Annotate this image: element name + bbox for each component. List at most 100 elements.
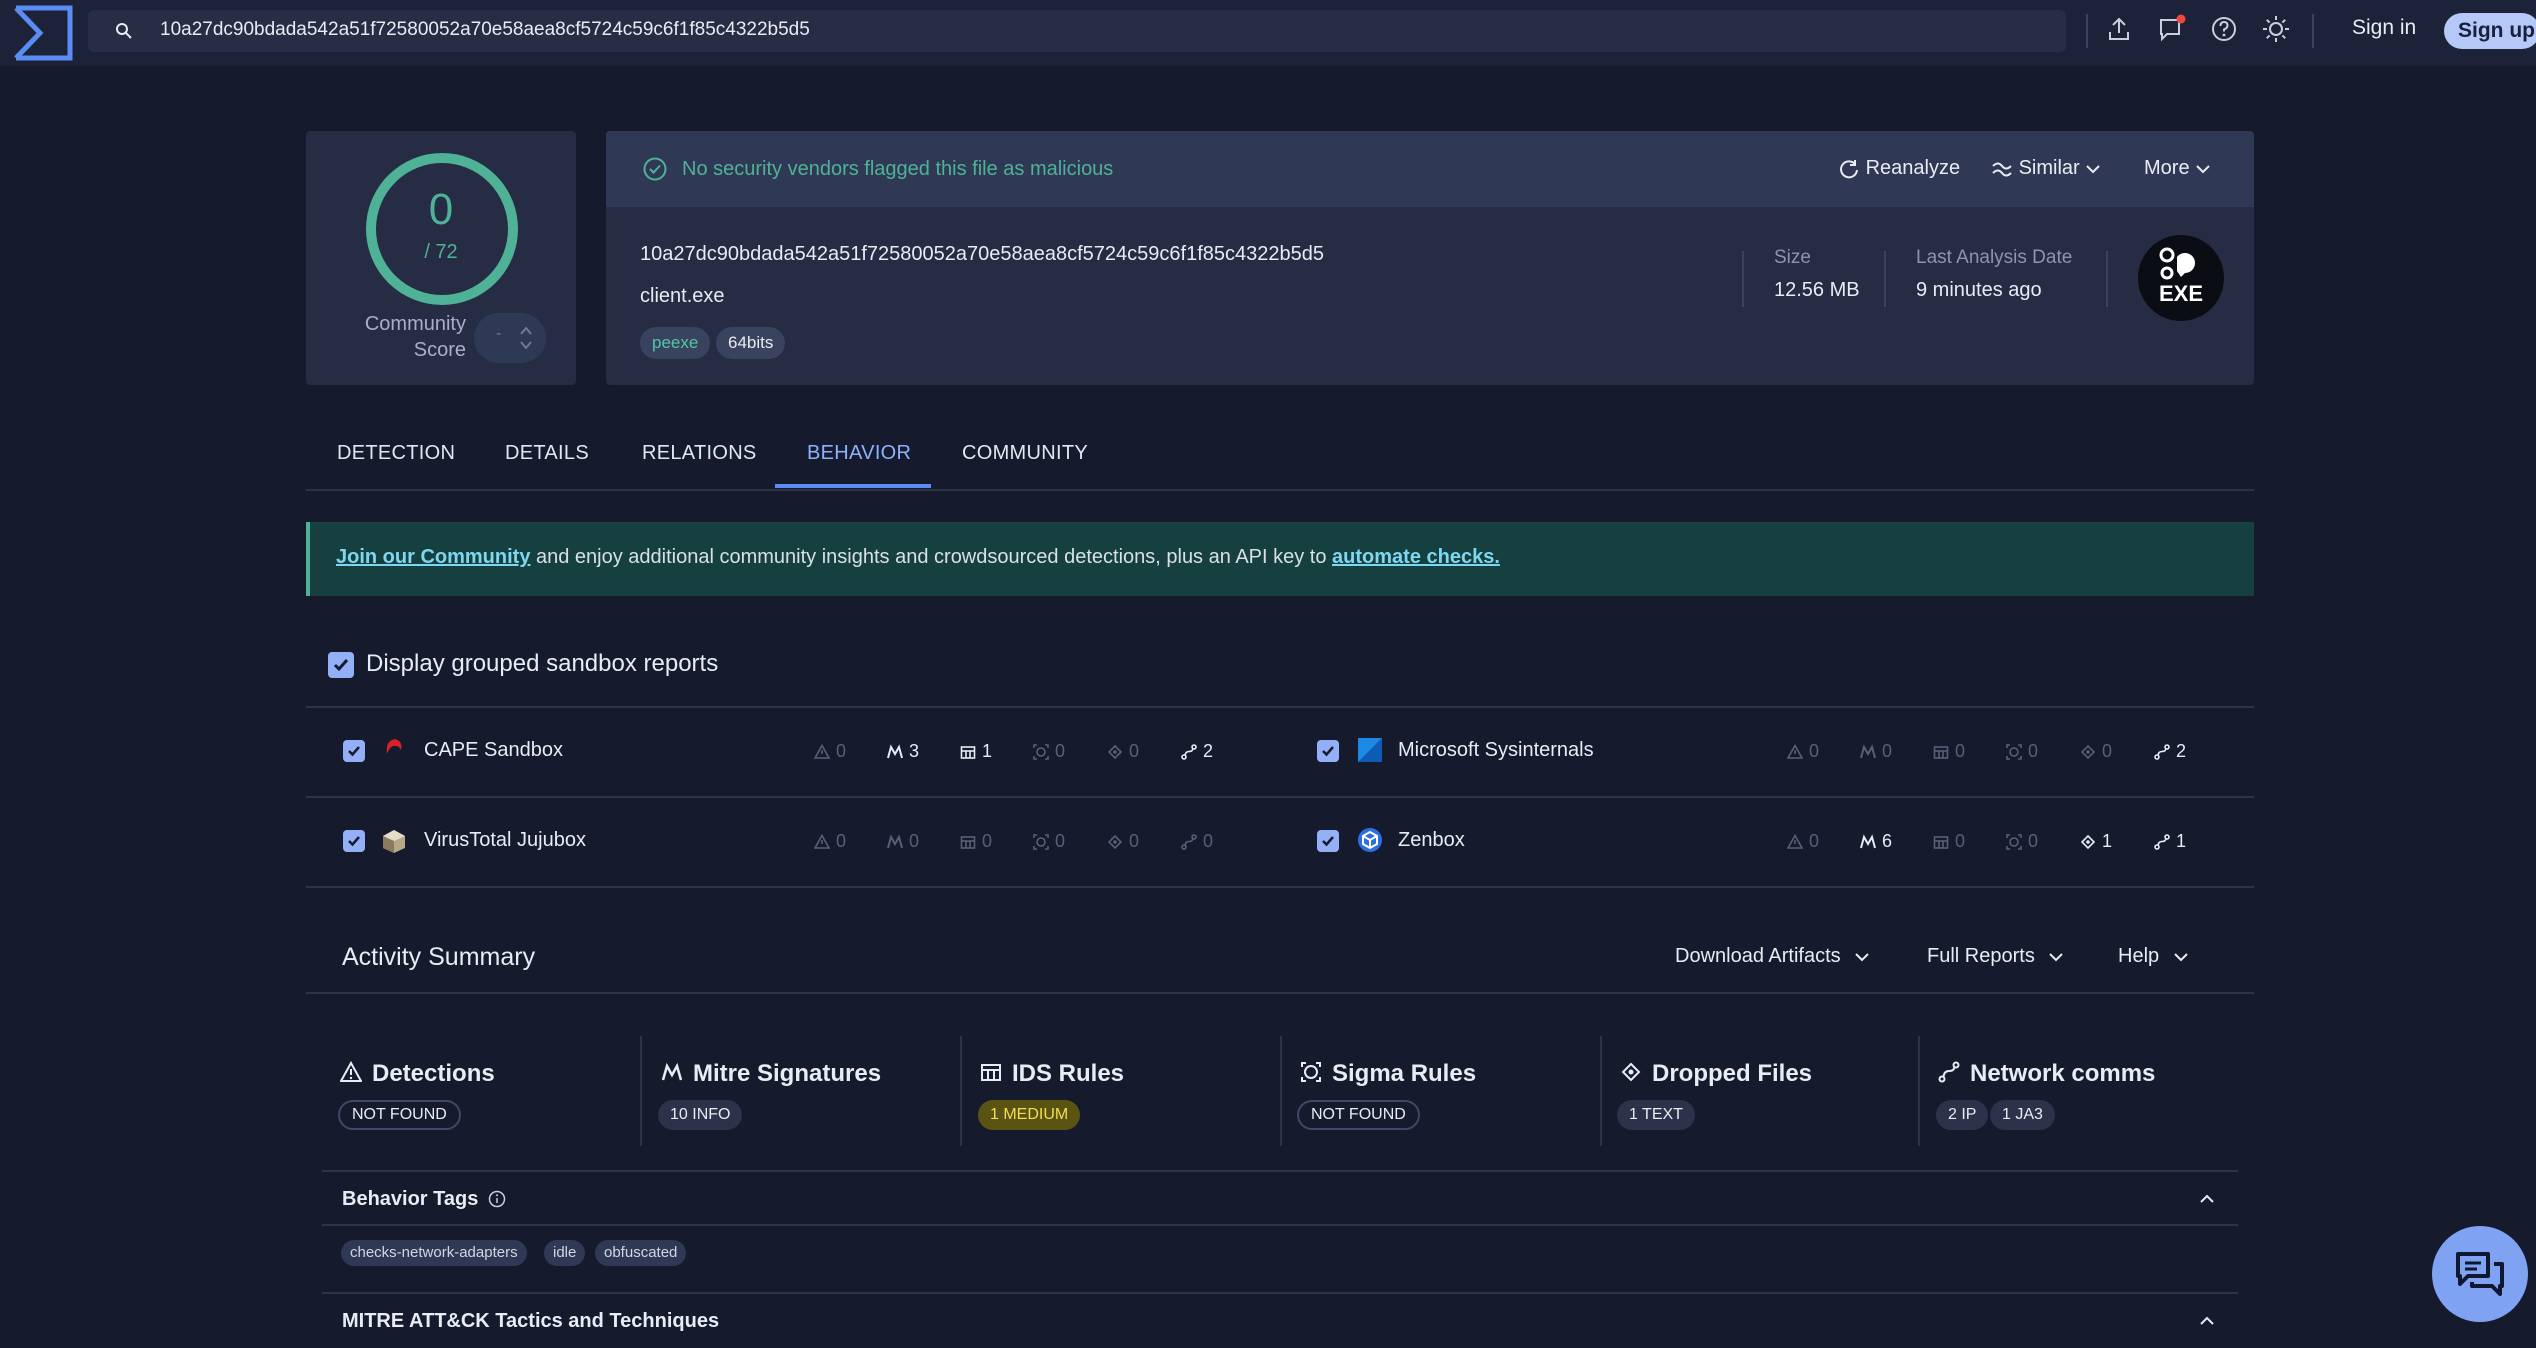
- sandbox-checkbox[interactable]: [1317, 740, 1339, 762]
- join-community-link[interactable]: Join our Community: [336, 546, 530, 568]
- file-tag[interactable]: peexe: [640, 327, 711, 359]
- sandbox-stat[interactable]: 0: [1107, 831, 1139, 852]
- sandbox-stat[interactable]: 6: [1860, 831, 1892, 852]
- last-analysis-label: Last Analysis Date: [1916, 247, 2073, 268]
- virustotal-logo-icon[interactable]: [12, 4, 74, 62]
- mitre-attack-title[interactable]: MITRE ATT&CK Tactics and Techniques: [342, 1310, 719, 1333]
- sandbox-checkbox[interactable]: [343, 740, 365, 762]
- sandbox-stat[interactable]: 0: [813, 741, 847, 762]
- dropped-files-icon: [2080, 744, 2096, 760]
- sysinternals-logo-icon: [1358, 738, 1382, 762]
- sandbox-checkbox[interactable]: [1317, 830, 1339, 852]
- tab-detection[interactable]: DETECTION: [337, 442, 455, 465]
- sandbox-stat[interactable]: 2: [2154, 741, 2186, 762]
- sandbox-stat-count: 3: [909, 741, 920, 761]
- file-tag[interactable]: 64bits: [716, 327, 786, 359]
- sandbox-stat[interactable]: 0: [1860, 741, 1892, 762]
- sandbox-stat[interactable]: 1: [2154, 831, 2186, 852]
- behavior-tag[interactable]: idle: [544, 1240, 586, 1266]
- sandbox-stat[interactable]: 0: [1786, 741, 1819, 762]
- sandbox-stat[interactable]: 0: [2080, 741, 2112, 762]
- sandbox-stat-count: 0: [1955, 741, 1966, 761]
- behavior-tags-title[interactable]: Behavior Tags: [342, 1188, 506, 1211]
- upload-icon[interactable]: [2104, 14, 2134, 44]
- dropped-files-category[interactable]: Dropped Files: [1620, 1060, 1812, 1088]
- sandbox-name[interactable]: Microsoft Sysinternals: [1398, 739, 1594, 762]
- sandbox-stat[interactable]: 0: [1033, 831, 1065, 852]
- mitre-signatures-category[interactable]: Mitre Signatures: [661, 1060, 881, 1088]
- notifications-icon[interactable]: [2157, 14, 2187, 44]
- sandbox-stat[interactable]: 0: [1933, 831, 1965, 852]
- file-name[interactable]: client.exe: [640, 285, 725, 308]
- network-comms-category[interactable]: Network comms: [1938, 1060, 2155, 1088]
- grouped-reports-checkbox[interactable]: [328, 652, 354, 678]
- divider: [306, 886, 2254, 888]
- sandbox-stat[interactable]: 0: [887, 831, 919, 852]
- sandbox-name[interactable]: VirusTotal Jujubox: [424, 829, 586, 852]
- sandbox-stat[interactable]: 0: [1181, 831, 1213, 852]
- tab-behavior[interactable]: BEHAVIOR: [807, 442, 911, 465]
- download-artifacts-dropdown[interactable]: Download Artifacts: [1675, 945, 1870, 968]
- tab-relations[interactable]: RELATIONS: [642, 442, 757, 465]
- help-dropdown[interactable]: Help: [2118, 945, 2189, 968]
- automate-checks-link[interactable]: automate checks.: [1332, 546, 1500, 568]
- reanalyze-button[interactable]: Reanalyze: [1838, 157, 1960, 180]
- sandbox-stat[interactable]: 0: [1107, 741, 1139, 762]
- dropped-files-badge: 1 TEXT: [1617, 1100, 1695, 1130]
- ids-rules-category[interactable]: IDS Rules: [980, 1060, 1124, 1088]
- network-comms-badge: 1 JA3: [1990, 1100, 2055, 1130]
- dropped-files-icon: [1107, 834, 1123, 850]
- chat-button[interactable]: [2432, 1226, 2528, 1322]
- score-detections: 0: [428, 185, 454, 234]
- sandbox-stat[interactable]: 0: [960, 831, 992, 852]
- network-icon: [1938, 1061, 1960, 1083]
- tab-details[interactable]: DETAILS: [505, 442, 589, 465]
- chevron-up-icon[interactable]: [2198, 1312, 2216, 1330]
- sandbox-stat[interactable]: 0: [813, 831, 846, 852]
- file-hash[interactable]: 10a27dc90bdada542a51f72580052a70e58aea8c…: [640, 243, 1324, 266]
- full-reports-dropdown[interactable]: Full Reports: [1927, 945, 2064, 968]
- sandbox-stat[interactable]: 0: [2006, 741, 2038, 762]
- sign-in-link[interactable]: Sign in: [2352, 16, 2416, 40]
- theme-toggle-icon[interactable]: [2261, 14, 2291, 44]
- sandbox-stat[interactable]: 0: [1786, 831, 1819, 852]
- chevron-up-icon[interactable]: [2198, 1190, 2216, 1208]
- sandbox-stat[interactable]: 0: [1033, 741, 1065, 762]
- sandbox-stat-count: 0: [836, 741, 847, 761]
- community-vote-control[interactable]: -: [474, 313, 546, 363]
- sandbox-name[interactable]: Zenbox: [1398, 829, 1465, 852]
- sandbox-stat[interactable]: 2: [1181, 741, 1213, 762]
- similar-dropdown[interactable]: Similar: [1991, 157, 2101, 180]
- search-value[interactable]: 10a27dc90bdada542a51f72580052a70e58aea8c…: [160, 19, 810, 41]
- sandbox-name[interactable]: CAPE Sandbox: [424, 739, 563, 762]
- tab-community[interactable]: COMMUNITY: [962, 442, 1088, 465]
- behavior-tag[interactable]: checks-network-adapters: [341, 1240, 527, 1266]
- similar-icon: [1992, 162, 2012, 177]
- help-icon[interactable]: [2209, 14, 2239, 44]
- behavior-tag[interactable]: obfuscated: [595, 1240, 687, 1266]
- sandbox-stat[interactable]: 0: [2006, 831, 2038, 852]
- divider: [322, 1224, 2238, 1226]
- sandbox-stat-count: 1: [2102, 831, 2113, 851]
- more-dropdown[interactable]: More: [2144, 157, 2211, 180]
- chevron-down-icon: [2196, 165, 2210, 174]
- sign-up-button[interactable]: Sign up: [2444, 13, 2536, 49]
- sigma-rules-category[interactable]: Sigma Rules: [1300, 1060, 1476, 1088]
- toolbar-divider: [2312, 14, 2314, 48]
- sandbox-stat[interactable]: 3: [887, 741, 919, 762]
- sandbox-checkbox[interactable]: [343, 830, 365, 852]
- sandbox-stat[interactable]: 1: [960, 741, 992, 762]
- divider: [322, 1170, 2238, 1172]
- sandbox-stat[interactable]: 1: [2080, 831, 2112, 852]
- cape-sandbox-logo-icon: [386, 739, 402, 754]
- vote-arrows-icon[interactable]: [518, 323, 534, 353]
- sandbox-stat[interactable]: 0: [1933, 741, 1965, 762]
- ids-icon: [1933, 746, 1949, 759]
- info-icon[interactable]: [488, 1190, 506, 1208]
- detections-category[interactable]: Detections: [339, 1060, 495, 1088]
- divider: [306, 796, 2254, 798]
- search-input[interactable]: 10a27dc90bdada542a51f72580052a70e58aea8c…: [88, 10, 2066, 52]
- gears-icon: [2159, 247, 2195, 280]
- status-text: No security vendors flagged this file as…: [682, 158, 1114, 180]
- category-divider: [1280, 1036, 1282, 1146]
